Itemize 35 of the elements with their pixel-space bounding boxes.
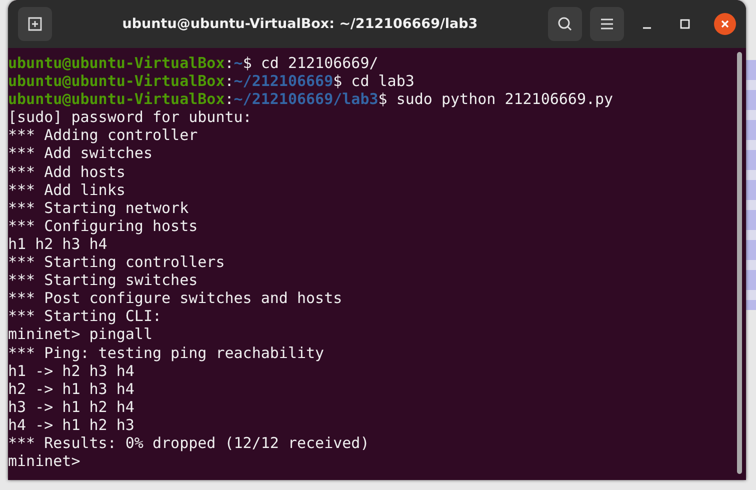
terminal-line: ubuntu@ubuntu-VirtualBox:~/212106669/lab3$ sudo python 212106669.py: [8, 90, 614, 108]
terminal-line: [sudo] password for ubuntu:: [8, 108, 253, 126]
terminal-line: h1 h2 h3 h4: [8, 234, 108, 254]
menu-icon: [600, 18, 614, 30]
new-tab-button[interactable]: [18, 7, 52, 41]
terminal-line: *** Starting network: [8, 198, 190, 217]
terminal-line: *** Ping: testing ping reachability: [8, 344, 326, 362]
terminal-line: mininet>: [8, 452, 82, 470]
terminal-line: *** Starting controllers: [8, 253, 226, 272]
window-title: ubuntu@ubuntu-VirtualBox: ~/212106669/lab3: [121, 16, 479, 32]
terminal-line: ubuntu@ubuntu-VirtualBox:~/212106669$ cd lab3: [8, 72, 416, 90]
terminal-line: *** Add links: [8, 180, 126, 199]
terminal-line: h2 -> h1 h3 h4: [8, 380, 136, 398]
terminal-line: h3 -> h1 h2 h4: [8, 398, 136, 416]
terminal-line: mininet> pingall: [8, 325, 154, 344]
terminal-line: *** Adding controller: [8, 126, 199, 144]
terminal-line: *** Starting switches: [8, 271, 199, 290]
terminal-line: *** Configuring hosts: [8, 216, 199, 235]
search-icon: [557, 16, 573, 32]
terminal-line: h4 -> h1 h2 h3: [8, 416, 136, 434]
close-button[interactable]: [714, 13, 736, 35]
plus-icon: [27, 16, 43, 32]
menu-button[interactable]: [590, 7, 624, 41]
terminal-line: *** Results: 0% dropped (12/12 received): [8, 434, 370, 452]
terminal-line: *** Add switches: [8, 144, 154, 163]
scrollbar[interactable]: [737, 52, 742, 474]
terminal-line: *** Starting CLI:: [8, 307, 163, 326]
terminal-line: *** Add hosts: [8, 162, 126, 181]
terminal-line: *** Post configure switches and hosts: [8, 289, 344, 308]
search-button[interactable]: [548, 7, 582, 41]
close-icon: [720, 19, 730, 29]
minimize-icon: [642, 27, 652, 29]
maximize-icon: [680, 19, 690, 29]
terminal-line: ubuntu@ubuntu-VirtualBox:~$ cd 212106669/: [8, 54, 380, 72]
terminal-line: h1 -> h2 h3 h4: [8, 362, 136, 380]
